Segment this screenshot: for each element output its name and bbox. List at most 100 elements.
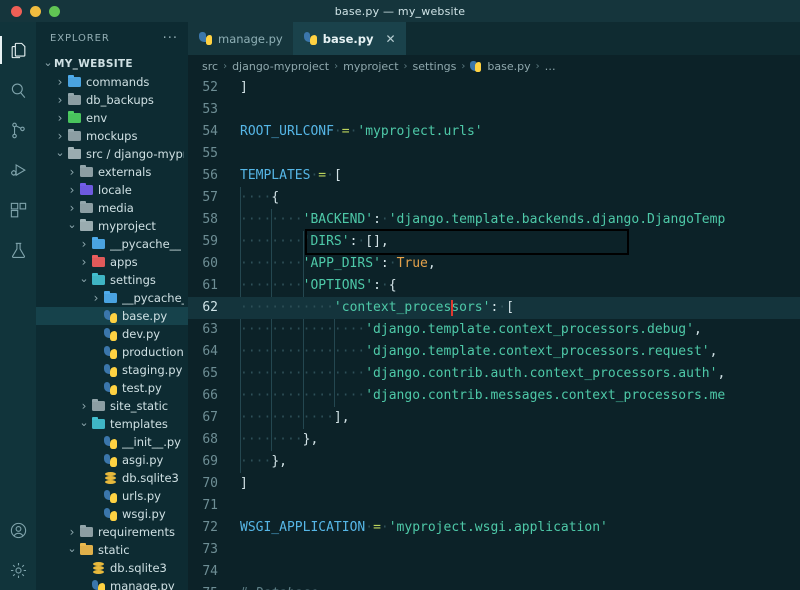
chevron-right-icon[interactable]: › [66,525,78,539]
code-line-70[interactable]: 70] [188,473,800,495]
tree-item-db-backups[interactable]: › db_backups [36,91,188,109]
breadcrumb-item[interactable]: settings [413,60,457,73]
activity-extensions[interactable] [0,190,36,230]
tree-item-test-py[interactable]: test.py [36,379,188,397]
tree-item-manage-py[interactable]: manage.py [36,577,188,590]
breadcrumb-item[interactable]: base.py [487,60,530,73]
editor-tab-base-py[interactable]: base.py ✕ [292,22,406,55]
chevron-right-icon[interactable]: › [78,255,90,269]
code-line-56[interactable]: 56 TEMPLATES·=·[ [188,165,800,187]
tree-item-static[interactable]: ⌄ static [36,541,188,559]
tree-item-db-sqlite3[interactable]: db.sqlite3 [36,469,188,487]
activity-search[interactable] [0,70,36,110]
close-window-button[interactable] [11,5,22,17]
tree-item-production-py[interactable]: production.py [36,343,188,361]
tree-item-site-static[interactable]: › site_static [36,397,188,415]
tree-item-src-django-myproject[interactable]: ⌄ src / django-myproject [36,145,188,163]
tree-item-apps[interactable]: › apps [36,253,188,271]
activity-run-and-debug[interactable] [0,150,36,190]
code-line-62[interactable]: 62 ············'context_processors':·[ [188,297,800,319]
activity-accounts[interactable] [0,510,36,550]
tree-item-staging-py[interactable]: staging.py [36,361,188,379]
chevron-down-icon[interactable]: ⌄ [42,56,54,69]
breadcrumb-item[interactable]: … [545,60,556,73]
code-line-52[interactable]: 52] [188,77,800,99]
breadcrumb-item[interactable]: src [202,60,218,73]
chevron-right-icon[interactable]: › [54,129,66,143]
code-line-58[interactable]: 58 ········'BACKEND':·'django.template.ba… [188,209,800,231]
tree-item-pycache[interactable]: › __pycache__ [36,235,188,253]
chevron-down-icon[interactable]: ⌄ [78,272,90,285]
tree-item-icon [102,435,118,449]
chevron-right-icon[interactable]: › [90,291,102,305]
chevron-down-icon[interactable]: ⌄ [78,416,90,429]
code-line-71[interactable]: 71 [188,495,800,517]
chevron-right-icon[interactable]: › [66,183,78,197]
tree-item-db-sqlite3[interactable]: db.sqlite3 [36,559,188,577]
code-line-60[interactable]: 60 ········'APP_DIRS':·True, [188,253,800,275]
chevron-right-icon[interactable]: › [54,75,66,89]
tree-item-wsgi-py[interactable]: wsgi.py [36,505,188,523]
folder-open-icon [91,275,105,285]
tree-item-pycache[interactable]: › __pycache__ [36,289,188,307]
code-line-69[interactable]: 69 ····}, [188,451,800,473]
tree-item-settings[interactable]: ⌄ settings [36,271,188,289]
tree-item-commands[interactable]: › commands [36,73,188,91]
code-line-74[interactable]: 74 [188,561,800,583]
tree-item-media[interactable]: › media [36,199,188,217]
tree-item-mockups[interactable]: › mockups [36,127,188,145]
tree-item-myproject[interactable]: ⌄ myproject [36,217,188,235]
breadcrumb-item[interactable]: myproject [343,60,398,73]
code-line-75[interactable]: 75 #·Database [188,583,800,590]
tree-item-my-website[interactable]: ⌄ MY_WEBSITE [36,55,188,73]
activity-testing[interactable] [0,230,36,270]
chevron-right-icon[interactable]: › [78,399,90,413]
activity-explorer[interactable] [0,30,36,70]
code-token: TEMPLATES [240,168,311,183]
activity-manage-settings[interactable] [0,550,36,590]
chevron-down-icon[interactable]: ⌄ [54,146,66,159]
chevron-right-icon[interactable]: › [66,165,78,179]
zoom-window-button[interactable] [49,5,60,17]
tree-item-label: env [86,111,108,125]
explorer-more-actions-icon[interactable]: ··· [163,32,178,45]
editor-tab-manage-py[interactable]: manage.py [188,22,293,55]
chevron-down-icon[interactable]: ⌄ [66,218,78,231]
chevron-right-icon[interactable]: › [54,93,66,107]
chevron-right-icon[interactable]: › [66,201,78,215]
code-line-63[interactable]: 63 ················'django.template.conte… [188,319,800,341]
tree-item-requirements[interactable]: › requirements [36,523,188,541]
code-line-61[interactable]: 61 ········'OPTIONS':·{ [188,275,800,297]
code-line-57[interactable]: 57 ····{ [188,187,800,209]
tree-item-externals[interactable]: › externals [36,163,188,181]
line-number: 60 [202,256,218,271]
activity-source-control[interactable] [0,110,36,150]
code-line-65[interactable]: 65 ················'django.contrib.auth.c… [188,363,800,385]
code-line-73[interactable]: 73 [188,539,800,561]
code-line-55[interactable]: 55 [188,143,800,165]
code-editor[interactable]: 52] 53 54 ROOT_URLCONF·=·'myproject.urls' 55… [188,77,800,590]
tree-item-init-py[interactable]: __init__.py [36,433,188,451]
chevron-down-icon[interactable]: ⌄ [66,542,78,555]
code-line-54[interactable]: 54 ROOT_URLCONF·=·'myproject.urls' [188,121,800,143]
code-line-66[interactable]: 66 ················'django.contrib.messag… [188,385,800,407]
code-line-53[interactable]: 53 [188,99,800,121]
tree-item-asgi-py[interactable]: asgi.py [36,451,188,469]
minimize-window-button[interactable] [30,5,41,17]
tree-item-urls-py[interactable]: urls.py [36,487,188,505]
code-line-64[interactable]: 64 ················'django.template.conte… [188,341,800,363]
tree-item-locale[interactable]: › locale [36,181,188,199]
tree-item-icon [66,149,82,159]
code-line-68[interactable]: 68 ········}, [188,429,800,451]
code-line-67[interactable]: 67 ············], [188,407,800,429]
tree-item-env[interactable]: › env [36,109,188,127]
chevron-right-icon[interactable]: › [78,237,90,251]
tree-item-templates[interactable]: ⌄ templates [36,415,188,433]
code-line-72[interactable]: 72 WSGI_APPLICATION·=·'myproject.wsgi.app… [188,517,800,539]
code-line-59[interactable]: 59 ········'DIRS':·[], [188,231,800,253]
close-tab-icon[interactable]: ✕ [385,32,395,46]
tree-item-base-py[interactable]: base.py [36,307,188,325]
chevron-right-icon[interactable]: › [54,111,66,125]
breadcrumb-item[interactable]: django-myproject [232,60,329,73]
tree-item-dev-py[interactable]: dev.py [36,325,188,343]
